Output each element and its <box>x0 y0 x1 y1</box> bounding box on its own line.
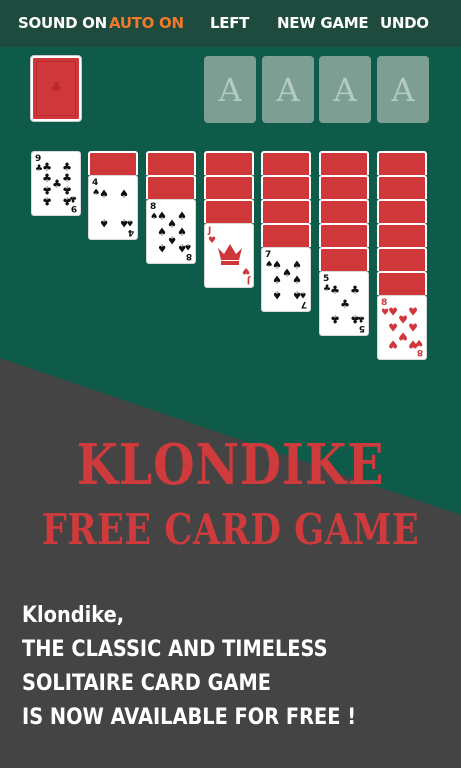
sound-toggle-button[interactable]: SOUND ON <box>18 0 107 47</box>
tableau-card-5[interactable]: 7 ♠ 7 ♠ ♠ ♠ ♠ ♠ ♠ ♠ ♠ <box>261 247 311 312</box>
foundation-label: A <box>391 70 415 109</box>
foundation-1[interactable]: A <box>204 56 256 123</box>
auto-toggle-button[interactable]: AUTO ON <box>109 0 184 47</box>
card-rank: J <box>208 226 212 236</box>
suit-pip-icon: ♠ <box>282 266 292 280</box>
face-down-card <box>377 271 427 295</box>
foundation-3[interactable]: A <box>319 56 371 123</box>
suit-pip-icon: ♠ <box>292 273 302 287</box>
description: Klondike, THE CLASSIC AND TIMELESS SOLIT… <box>22 599 452 735</box>
face-down-card <box>88 151 138 175</box>
undo-button[interactable]: UNDO <box>380 0 429 47</box>
foundation-label: A <box>333 70 357 109</box>
left-hand-button[interactable]: LEFT <box>210 0 249 47</box>
suit-pip-icon: ♥ <box>388 321 398 335</box>
suit-pip-icon: ♣ <box>350 283 360 297</box>
description-line: THE CLASSIC AND TIMELESS <box>22 637 328 662</box>
face-down-card <box>261 151 311 175</box>
face-down-card <box>261 175 311 199</box>
tableau-card-2[interactable]: 4 ♠ 4 ♠ ♠ ♠ ♠ ♠ <box>88 175 138 240</box>
face-down-card <box>319 247 369 271</box>
face-down-card <box>319 151 369 175</box>
top-bar: SOUND ON AUTO ON LEFT NEW GAME UNDO <box>0 0 461 47</box>
suit-pip-icon: ♠ <box>119 216 129 230</box>
suit-pip-icon: ♥ <box>408 337 418 351</box>
face-down-card <box>377 199 427 223</box>
foundation-2[interactable]: A <box>262 56 314 123</box>
face-down-card <box>319 223 369 247</box>
card-rank: J <box>246 275 250 285</box>
tableau-card-6[interactable]: 5 ♣ 5 ♣ ♣ ♣ ♣ ♣ ♣ <box>319 271 369 336</box>
suit-pip-icon: ♠ <box>99 187 109 201</box>
suit-pip-icon: ♠ <box>177 225 187 239</box>
face-down-card <box>319 199 369 223</box>
suit-pip-icon: ♣ <box>340 297 350 311</box>
description-line: IS NOW AVAILABLE FOR FREE ! <box>22 705 357 730</box>
tableau-card-7[interactable]: 8 ♥ 8 ♥ ♥ ♥ ♥ ♥ ♥ ♥ ♥ ♥ <box>377 295 427 360</box>
foundation-4[interactable]: A <box>377 56 429 123</box>
new-game-button[interactable]: NEW GAME <box>277 0 369 47</box>
suit-pip-icon: ♣ <box>350 312 360 326</box>
card-rank: 8 <box>381 298 388 308</box>
suit-pip-icon: ♥ <box>408 305 418 319</box>
suit-pip-icon: ♣ <box>330 312 340 326</box>
face-down-card <box>204 175 254 199</box>
suit-pip-icon: ♣ <box>62 171 72 185</box>
face-down-card <box>377 151 427 175</box>
suit-pip-icon: ♠ <box>167 233 177 247</box>
face-down-card <box>377 247 427 271</box>
suit-pip-icon: ♠ <box>177 241 187 255</box>
suit-pip-icon: ♣ <box>52 177 62 191</box>
foundation-label: A <box>218 70 242 109</box>
suit-pip-icon: ♠ <box>167 217 177 231</box>
card-rank: 9 <box>35 154 42 164</box>
card-rank: 8 <box>150 202 157 212</box>
suit-pip-icon: ♠ <box>272 258 282 272</box>
suit-pip-icon: ♥ <box>408 321 418 335</box>
face-down-card <box>377 175 427 199</box>
suit-pip-icon: ♠ <box>119 187 129 201</box>
face-down-card <box>261 199 311 223</box>
foundation-label: A <box>276 70 300 109</box>
face-down-card <box>377 223 427 247</box>
suit-pip-icon: ♣ <box>42 171 52 185</box>
suit-pip-icon: ♥ <box>398 313 408 327</box>
face-down-card <box>319 175 369 199</box>
crown-icon <box>218 244 242 265</box>
face-down-card <box>204 199 254 223</box>
tableau-card-3[interactable]: 8 ♠ 8 ♠ ♠ ♠ ♠ ♠ ♠ ♠ ♠ ♠ <box>146 199 196 264</box>
tableau-card-1[interactable]: 9 ♣ 9 ♣ ♣ ♣ ♣ ♣ ♣ ♣ ♣ ♣ ♣ <box>31 151 81 216</box>
suit-pip-icon: ♥ <box>388 305 398 319</box>
suit-pip-icon: ♣ <box>42 194 52 208</box>
suit-pip-icon: ♠ <box>177 209 187 223</box>
suit-pip-icon: ♠ <box>292 288 302 302</box>
suit-pip-icon: ♥ <box>398 329 408 343</box>
suit-pip-icon: ♠ <box>157 209 167 223</box>
face-down-card <box>146 175 196 199</box>
headline-title: KLONDIKE <box>76 432 385 498</box>
suit-pip-icon: ♠ <box>99 216 109 230</box>
stock-pile[interactable]: ♣ <box>31 56 81 121</box>
headline-subtitle: FREE CARD GAME <box>41 505 420 554</box>
suit-pip-icon: ♠ <box>292 258 302 272</box>
card-rank: 5 <box>323 274 330 284</box>
suit-pip-icon: ♠ <box>272 288 282 302</box>
suit-pip-icon: ♣ <box>62 194 72 208</box>
description-line: Klondike, <box>22 603 125 628</box>
card-rank: 7 <box>265 250 272 260</box>
face-down-card <box>261 223 311 247</box>
suit-pip-icon: ♣ <box>330 283 340 297</box>
face-down-card <box>146 151 196 175</box>
face-down-card <box>204 151 254 175</box>
suit-pip-icon: ♠ <box>272 273 282 287</box>
club-icon: ♣ <box>50 80 63 96</box>
suit-pip-icon: ♥ <box>388 337 398 351</box>
description-line: SOLITAIRE CARD GAME <box>22 671 271 696</box>
suit-pip-icon: ♠ <box>157 225 167 239</box>
tableau-card-4[interactable]: J ♥ J ♥ <box>204 223 254 288</box>
card-rank: 4 <box>92 178 99 188</box>
suit-pip-icon: ♠ <box>157 241 167 255</box>
